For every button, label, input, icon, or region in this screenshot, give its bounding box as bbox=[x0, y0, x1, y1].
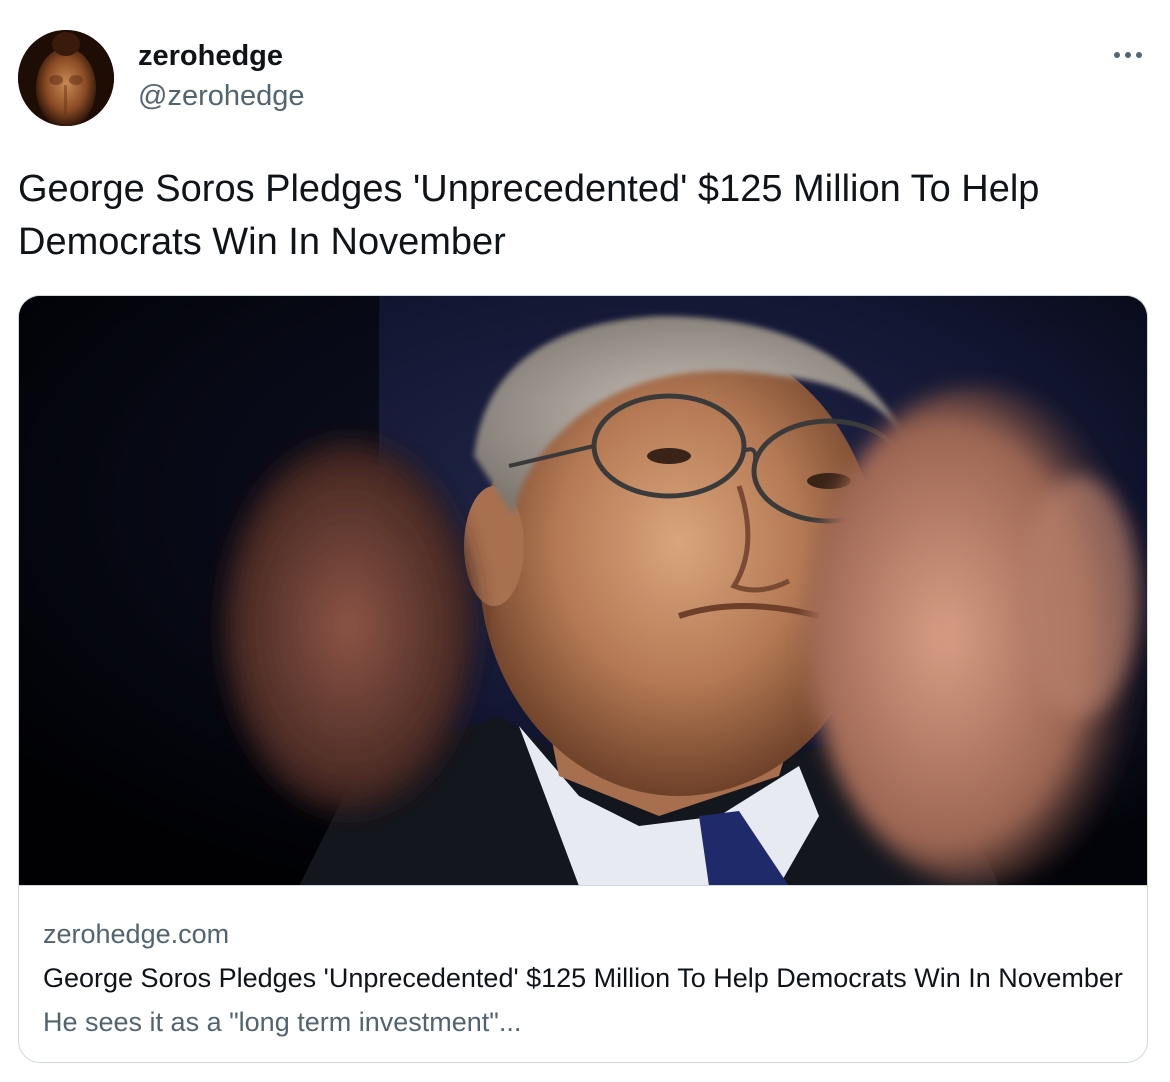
tweet-text: George Soros Pledges 'Unprecedented' $12… bbox=[18, 168, 1040, 263]
card-description: He sees it as a "long term investment"..… bbox=[43, 1007, 522, 1037]
tweet: zerohedge @zerohedge George Soros Pledge… bbox=[0, 0, 1170, 1082]
handle[interactable]: @zerohedge bbox=[138, 78, 305, 114]
display-name[interactable]: zerohedge bbox=[138, 38, 305, 74]
card-photo bbox=[19, 296, 1147, 885]
more-options-button[interactable] bbox=[1108, 40, 1148, 70]
more-dots-icon bbox=[1114, 52, 1142, 58]
card-image[interactable] bbox=[19, 296, 1147, 886]
avatar[interactable] bbox=[18, 30, 114, 126]
author-info[interactable]: zerohedge @zerohedge bbox=[138, 38, 305, 114]
avatar-photo bbox=[18, 30, 114, 126]
link-card[interactable]: zerohedge.com George Soros Pledges 'Unpr… bbox=[18, 295, 1148, 1063]
card-title: George Soros Pledges 'Unprecedented' $12… bbox=[43, 963, 1123, 993]
card-info[interactable]: zerohedge.com George Soros Pledges 'Unpr… bbox=[43, 916, 1128, 1040]
card-domain: zerohedge.com bbox=[43, 919, 230, 949]
